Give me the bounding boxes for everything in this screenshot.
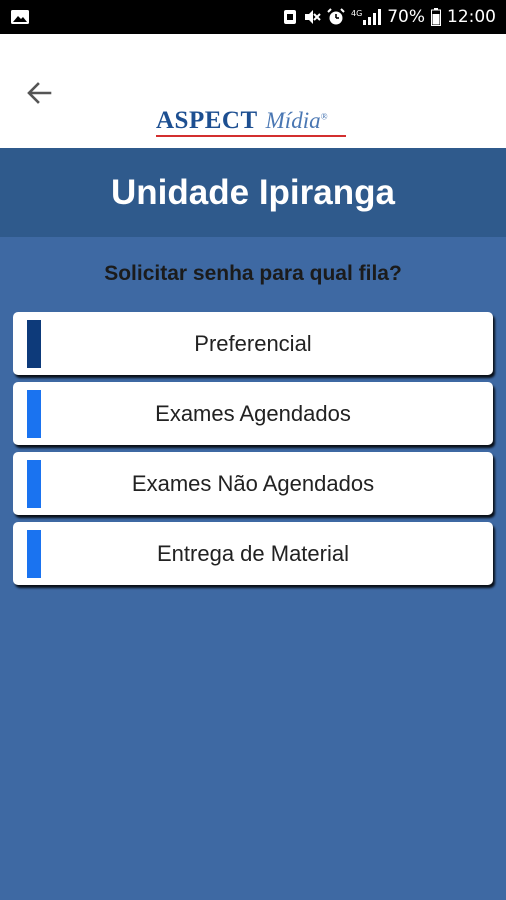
queue-label: Exames Não Agendados <box>131 470 375 496</box>
battery-percent: 70% <box>387 7 425 27</box>
svg-text:4G: 4G <box>351 9 362 18</box>
mute-icon <box>303 8 321 26</box>
unit-header: Unidade Ipiranga <box>0 148 506 237</box>
app-bar: ASPECT Mídia® <box>0 34 506 148</box>
screenshot-icon <box>283 8 297 26</box>
queue-button-exames-nao-agendados[interactable]: Exames Não Agendados <box>13 452 493 515</box>
status-bar: 4G 70% 12:00 <box>0 0 506 34</box>
logo-underline <box>156 135 346 137</box>
signal-4g-icon: 4G <box>351 8 382 26</box>
clock: 12:00 <box>447 7 496 27</box>
brand-logo: ASPECT Mídia® <box>156 108 346 137</box>
queue-label: Exames Agendados <box>155 400 351 426</box>
page-title: Unidade Ipiranga <box>111 172 395 212</box>
alarm-icon <box>327 8 345 26</box>
queue-button-exames-agendados[interactable]: Exames Agendados <box>13 382 493 445</box>
queue-button-entrega-material[interactable]: Entrega de Material <box>13 522 493 585</box>
logo-main-text: ASPECT <box>156 107 258 134</box>
queue-color-bar <box>27 460 41 508</box>
queue-color-bar <box>27 390 41 438</box>
queue-label: Entrega de Material <box>157 540 349 566</box>
gallery-notification-icon <box>10 8 30 26</box>
queue-prompt: Solicitar senha para qual fila? <box>104 262 402 285</box>
battery-icon <box>431 8 441 26</box>
arrow-left-icon <box>26 80 52 106</box>
queue-label: Preferencial <box>194 330 312 356</box>
logo-sub-text: Mídia® <box>265 108 328 133</box>
queue-list: Preferencial Exames Agendados Exames Não… <box>0 312 506 585</box>
back-button[interactable] <box>24 78 54 108</box>
queue-button-preferencial[interactable]: Preferencial <box>13 312 493 375</box>
queue-color-bar <box>27 320 41 368</box>
queue-color-bar <box>27 530 41 578</box>
